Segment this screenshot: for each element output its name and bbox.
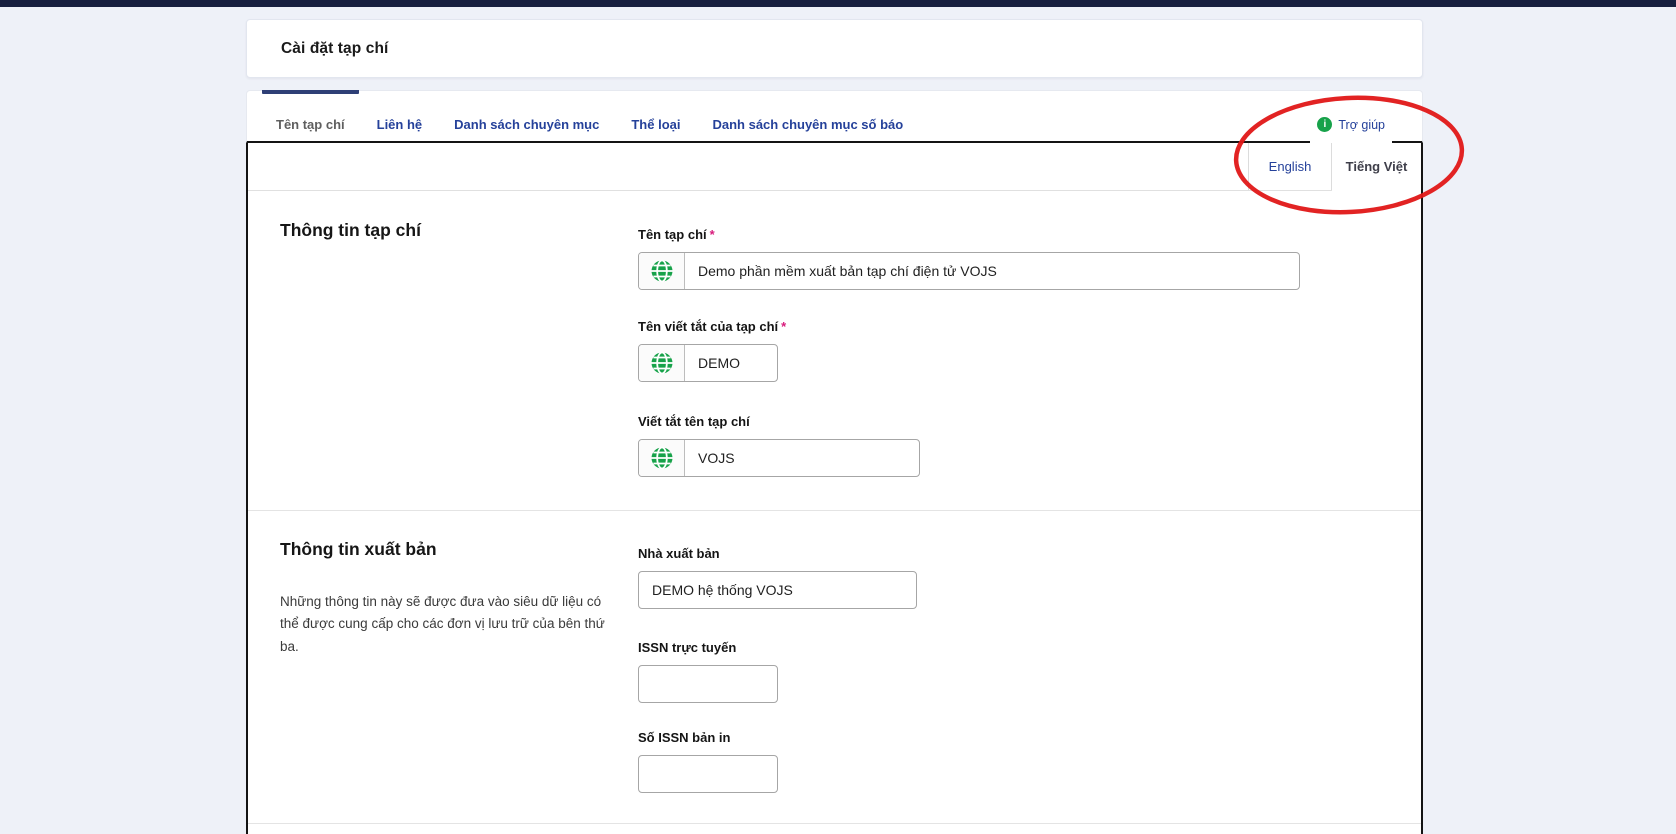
required-marker: * bbox=[710, 227, 715, 242]
field-label: Số ISSN bản in bbox=[638, 730, 730, 745]
field-publisher: Nhà xuất bản bbox=[638, 546, 917, 609]
tab-issue-sections[interactable]: Danh sách chuyên mục số báo bbox=[698, 91, 917, 141]
help-button[interactable]: i Trợ giúp bbox=[1310, 112, 1392, 143]
journal-initials-input[interactable] bbox=[685, 345, 777, 381]
tab-categories[interactable]: Thể loại bbox=[617, 91, 694, 141]
settings-tabs-card: Tên tạp chí Liên hệ Danh sách chuyên mục… bbox=[246, 90, 1423, 834]
field-journal-title: Tên tạp chí* bbox=[638, 227, 1300, 290]
section-title: Thông tin tạp chí bbox=[280, 220, 421, 241]
globe-icon bbox=[639, 253, 685, 289]
field-label: Tên tạp chí bbox=[638, 227, 707, 242]
required-marker: * bbox=[781, 319, 786, 334]
tab-contact[interactable]: Liên hệ bbox=[363, 91, 437, 141]
issn-print-input[interactable] bbox=[639, 756, 777, 792]
info-icon: i bbox=[1317, 117, 1332, 132]
field-issn-online: ISSN trực tuyến bbox=[638, 640, 778, 703]
publisher-input[interactable] bbox=[639, 572, 916, 608]
globe-icon bbox=[639, 440, 685, 476]
journal-settings-page: Cài đặt tạp chí Tên tạp chí Liên hệ Danh… bbox=[0, 0, 1676, 834]
tab-journal-name[interactable]: Tên tạp chí bbox=[262, 91, 359, 141]
field-label: Tên viết tắt của tạp chí bbox=[638, 319, 778, 334]
locale-tab-english[interactable]: English bbox=[1248, 143, 1332, 191]
locale-switcher: English Tiếng Việt bbox=[248, 143, 1421, 191]
issn-online-input[interactable] bbox=[639, 666, 777, 702]
tab-panel: English Tiếng Việt Thông tin tạp chí Tên… bbox=[246, 143, 1423, 834]
help-label: Trợ giúp bbox=[1338, 118, 1385, 132]
field-label: Nhà xuất bản bbox=[638, 546, 720, 561]
journal-abbreviation-input[interactable] bbox=[685, 440, 919, 476]
tab-sections[interactable]: Danh sách chuyên mục bbox=[440, 91, 613, 141]
field-journal-abbreviation: Viết tắt tên tạp chí bbox=[638, 414, 920, 477]
field-journal-initials: Tên viết tắt của tạp chí* bbox=[638, 319, 786, 382]
field-label: ISSN trực tuyến bbox=[638, 640, 736, 655]
section-title: Thông tin xuất bản bbox=[280, 539, 437, 560]
journal-title-input[interactable] bbox=[685, 253, 1299, 289]
locale-tab-vietnamese[interactable]: Tiếng Việt bbox=[1332, 143, 1421, 191]
section-description: Những thông tin này sẽ được đưa vào siêu… bbox=[280, 591, 610, 659]
page-title: Cài đặt tạp chí bbox=[281, 40, 388, 58]
top-navigation-bar bbox=[0, 0, 1676, 7]
globe-icon bbox=[639, 345, 685, 381]
field-issn-print: Số ISSN bản in bbox=[638, 730, 778, 793]
section-publishing-information: Thông tin xuất bản Những thông tin này s… bbox=[248, 511, 1421, 824]
settings-tab-bar: Tên tạp chí Liên hệ Danh sách chuyên mục… bbox=[246, 90, 1423, 143]
field-label: Viết tắt tên tạp chí bbox=[638, 414, 750, 429]
section-journal-information: Thông tin tạp chí Tên tạp chí* bbox=[248, 191, 1421, 511]
page-header-card: Cài đặt tạp chí bbox=[246, 19, 1423, 78]
